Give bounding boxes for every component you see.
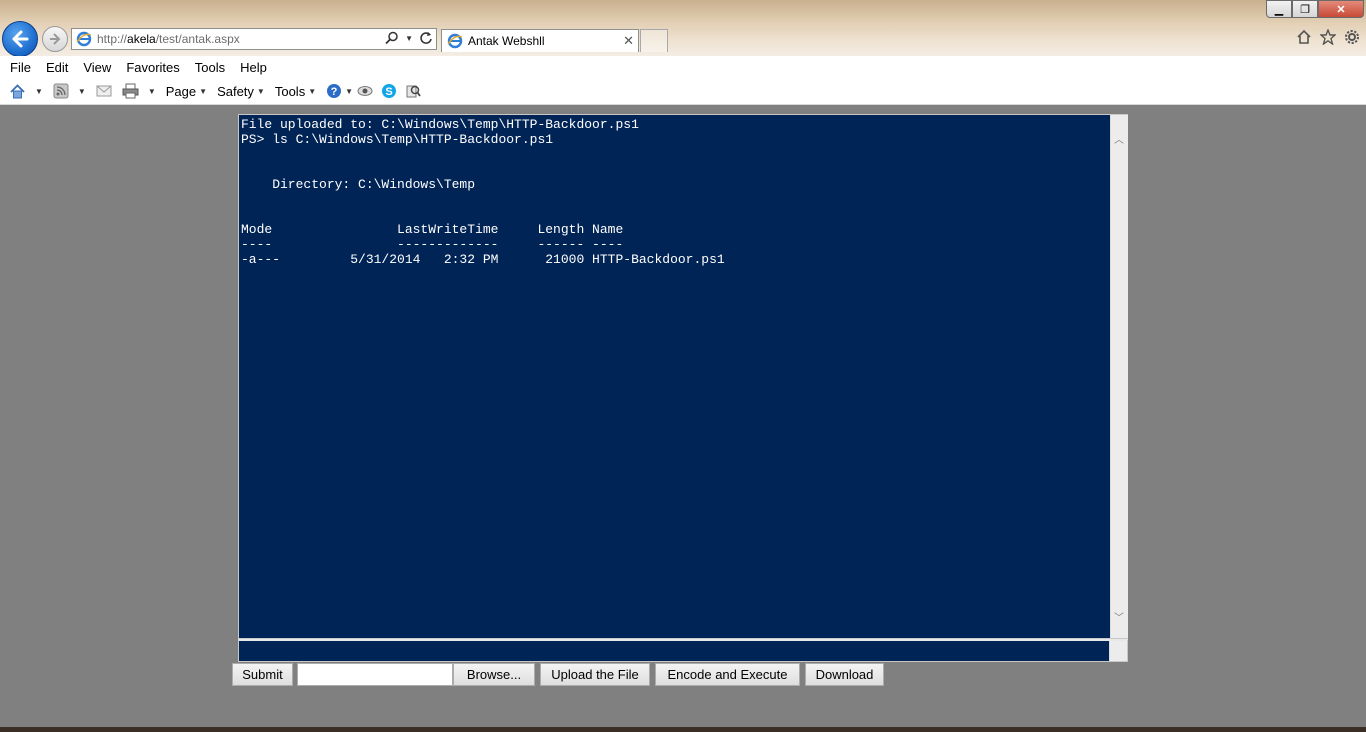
rss-feed-icon — [53, 83, 69, 99]
safety-menu-label: Safety — [217, 83, 254, 99]
page-dropdown-icon: ▼ — [199, 86, 208, 96]
forward-button[interactable] — [42, 26, 68, 52]
page-menu-button[interactable]: Page ▼ — [166, 84, 207, 99]
upload-file-button[interactable]: Upload the File — [540, 663, 650, 686]
command-input-box[interactable] — [238, 639, 1128, 662]
address-url: http://akela/test/antak.aspx — [97, 32, 240, 46]
refresh-icon[interactable] — [419, 31, 433, 45]
encode-execute-button[interactable]: Encode and Execute — [655, 663, 800, 686]
print-button[interactable]: ▼ — [122, 83, 156, 99]
safety-dropdown-icon: ▼ — [256, 86, 265, 96]
menu-tools[interactable]: Tools — [195, 60, 225, 75]
file-path-field[interactable] — [297, 663, 453, 686]
forward-arrow-icon — [50, 33, 61, 45]
svg-text:?: ? — [331, 86, 338, 98]
print-dropdown-icon[interactable]: ▼ — [148, 87, 156, 96]
help-button[interactable]: ? ▼ — [326, 83, 353, 99]
menu-bar: File Edit View Favorites Tools Help — [0, 56, 1366, 78]
console-output-area[interactable]: File uploaded to: C:\Windows\Temp\HTTP-B… — [238, 114, 1128, 639]
browse-button[interactable]: Browse... — [453, 663, 535, 686]
tab-antak-webshell[interactable]: Antak Websh­ll ✕ — [441, 29, 639, 52]
search-dropdown-icon[interactable]: ▼ — [405, 34, 413, 43]
feeds-button[interactable]: ▼ — [53, 83, 86, 99]
search-icon[interactable] — [385, 31, 399, 45]
ie-page-icon — [76, 31, 92, 47]
console-line: PS> ls C:\Windows\Temp\HTTP-Backdoor.ps1 — [241, 132, 554, 147]
tools-dropdown-icon: ▼ — [308, 86, 317, 96]
settings-gear-icon[interactable] — [1344, 29, 1360, 45]
browser-right-icons — [1296, 29, 1360, 45]
research-tool-button[interactable] — [405, 83, 421, 99]
command-input-scrollbar[interactable] — [1109, 641, 1127, 661]
address-bar[interactable]: http://akela/test/antak.aspx ▼ — [71, 28, 437, 50]
command-input[interactable] — [239, 641, 1109, 660]
tools-menu-button[interactable]: Tools ▼ — [275, 84, 316, 99]
home-icon[interactable] — [1296, 29, 1312, 45]
command-bar: ▼ ▼ ▼ Page ▼ Safety ▼ Tools ▼ ? ▼ S — [0, 78, 1366, 105]
menu-edit[interactable]: Edit — [46, 60, 68, 75]
taskbar-edge — [0, 727, 1366, 732]
menu-help[interactable]: Help — [240, 60, 267, 75]
tools-menu-label: Tools — [274, 83, 306, 99]
console-line: Directory: C:\Windows\Temp — [241, 177, 476, 192]
close-tab-icon[interactable]: ✕ — [623, 33, 634, 49]
download-button[interactable]: Download — [805, 663, 884, 686]
tab-title: Antak Websh­ll — [468, 34, 545, 48]
home-dropdown-icon[interactable]: ▼ — [35, 87, 43, 96]
skype-button[interactable]: S — [381, 83, 397, 99]
minimize-icon[interactable]: ▁ — [1266, 0, 1292, 18]
console-line: File uploaded to: C:\Windows\Temp\HTTP-B… — [241, 117, 639, 132]
research-button[interactable] — [357, 85, 373, 97]
page-menu-label: Page — [165, 83, 197, 99]
home-small-icon — [10, 83, 25, 98]
mail-icon — [96, 85, 112, 97]
console-scrollbar[interactable]: ︿ ﹀ — [1110, 115, 1128, 638]
safety-menu-button[interactable]: Safety ▼ — [217, 84, 265, 99]
console-line: -a--- 5/31/2014 2:32 PM 21000 HTTP-Backd… — [241, 252, 725, 267]
console-line: ---- ------------- ------ ---- — [241, 237, 624, 252]
maximize-icon[interactable]: ❐ — [1292, 0, 1318, 18]
browser-titlebar: http://akela/test/antak.aspx ▼ Antak Web… — [0, 0, 1366, 57]
menu-view[interactable]: View — [83, 60, 111, 75]
menu-favorites[interactable]: Favorites — [126, 60, 179, 75]
favorites-star-icon[interactable] — [1320, 29, 1336, 45]
console-output-text: File uploaded to: C:\Windows\Temp\HTTP-B… — [241, 117, 1107, 635]
back-button[interactable] — [2, 21, 38, 57]
console-line: Mode LastWriteTime Length Name — [241, 222, 624, 237]
eye-icon — [357, 86, 373, 96]
help-dropdown-icon[interactable]: ▼ — [345, 87, 353, 96]
svg-text:S: S — [385, 86, 392, 98]
new-tab-button[interactable] — [640, 29, 668, 52]
home-button[interactable]: ▼ — [9, 83, 43, 100]
scroll-down-icon[interactable]: ﹀ — [1114, 609, 1124, 624]
menu-file[interactable]: File — [10, 60, 31, 75]
back-arrow-icon — [12, 30, 29, 48]
skype-icon: S — [382, 84, 397, 98]
feeds-dropdown-icon[interactable]: ▼ — [78, 87, 86, 96]
research-icon — [406, 85, 421, 98]
window-controls: ▁ ❐ ✕ — [1266, 0, 1364, 18]
close-window-icon[interactable]: ✕ — [1318, 0, 1364, 18]
ie-tab-icon — [447, 33, 463, 49]
mail-button[interactable] — [96, 84, 112, 98]
printer-icon — [122, 83, 139, 99]
scroll-up-icon[interactable]: ︿ — [1114, 131, 1124, 146]
help-icon: ? — [327, 84, 342, 98]
submit-button[interactable]: Submit — [232, 663, 293, 686]
